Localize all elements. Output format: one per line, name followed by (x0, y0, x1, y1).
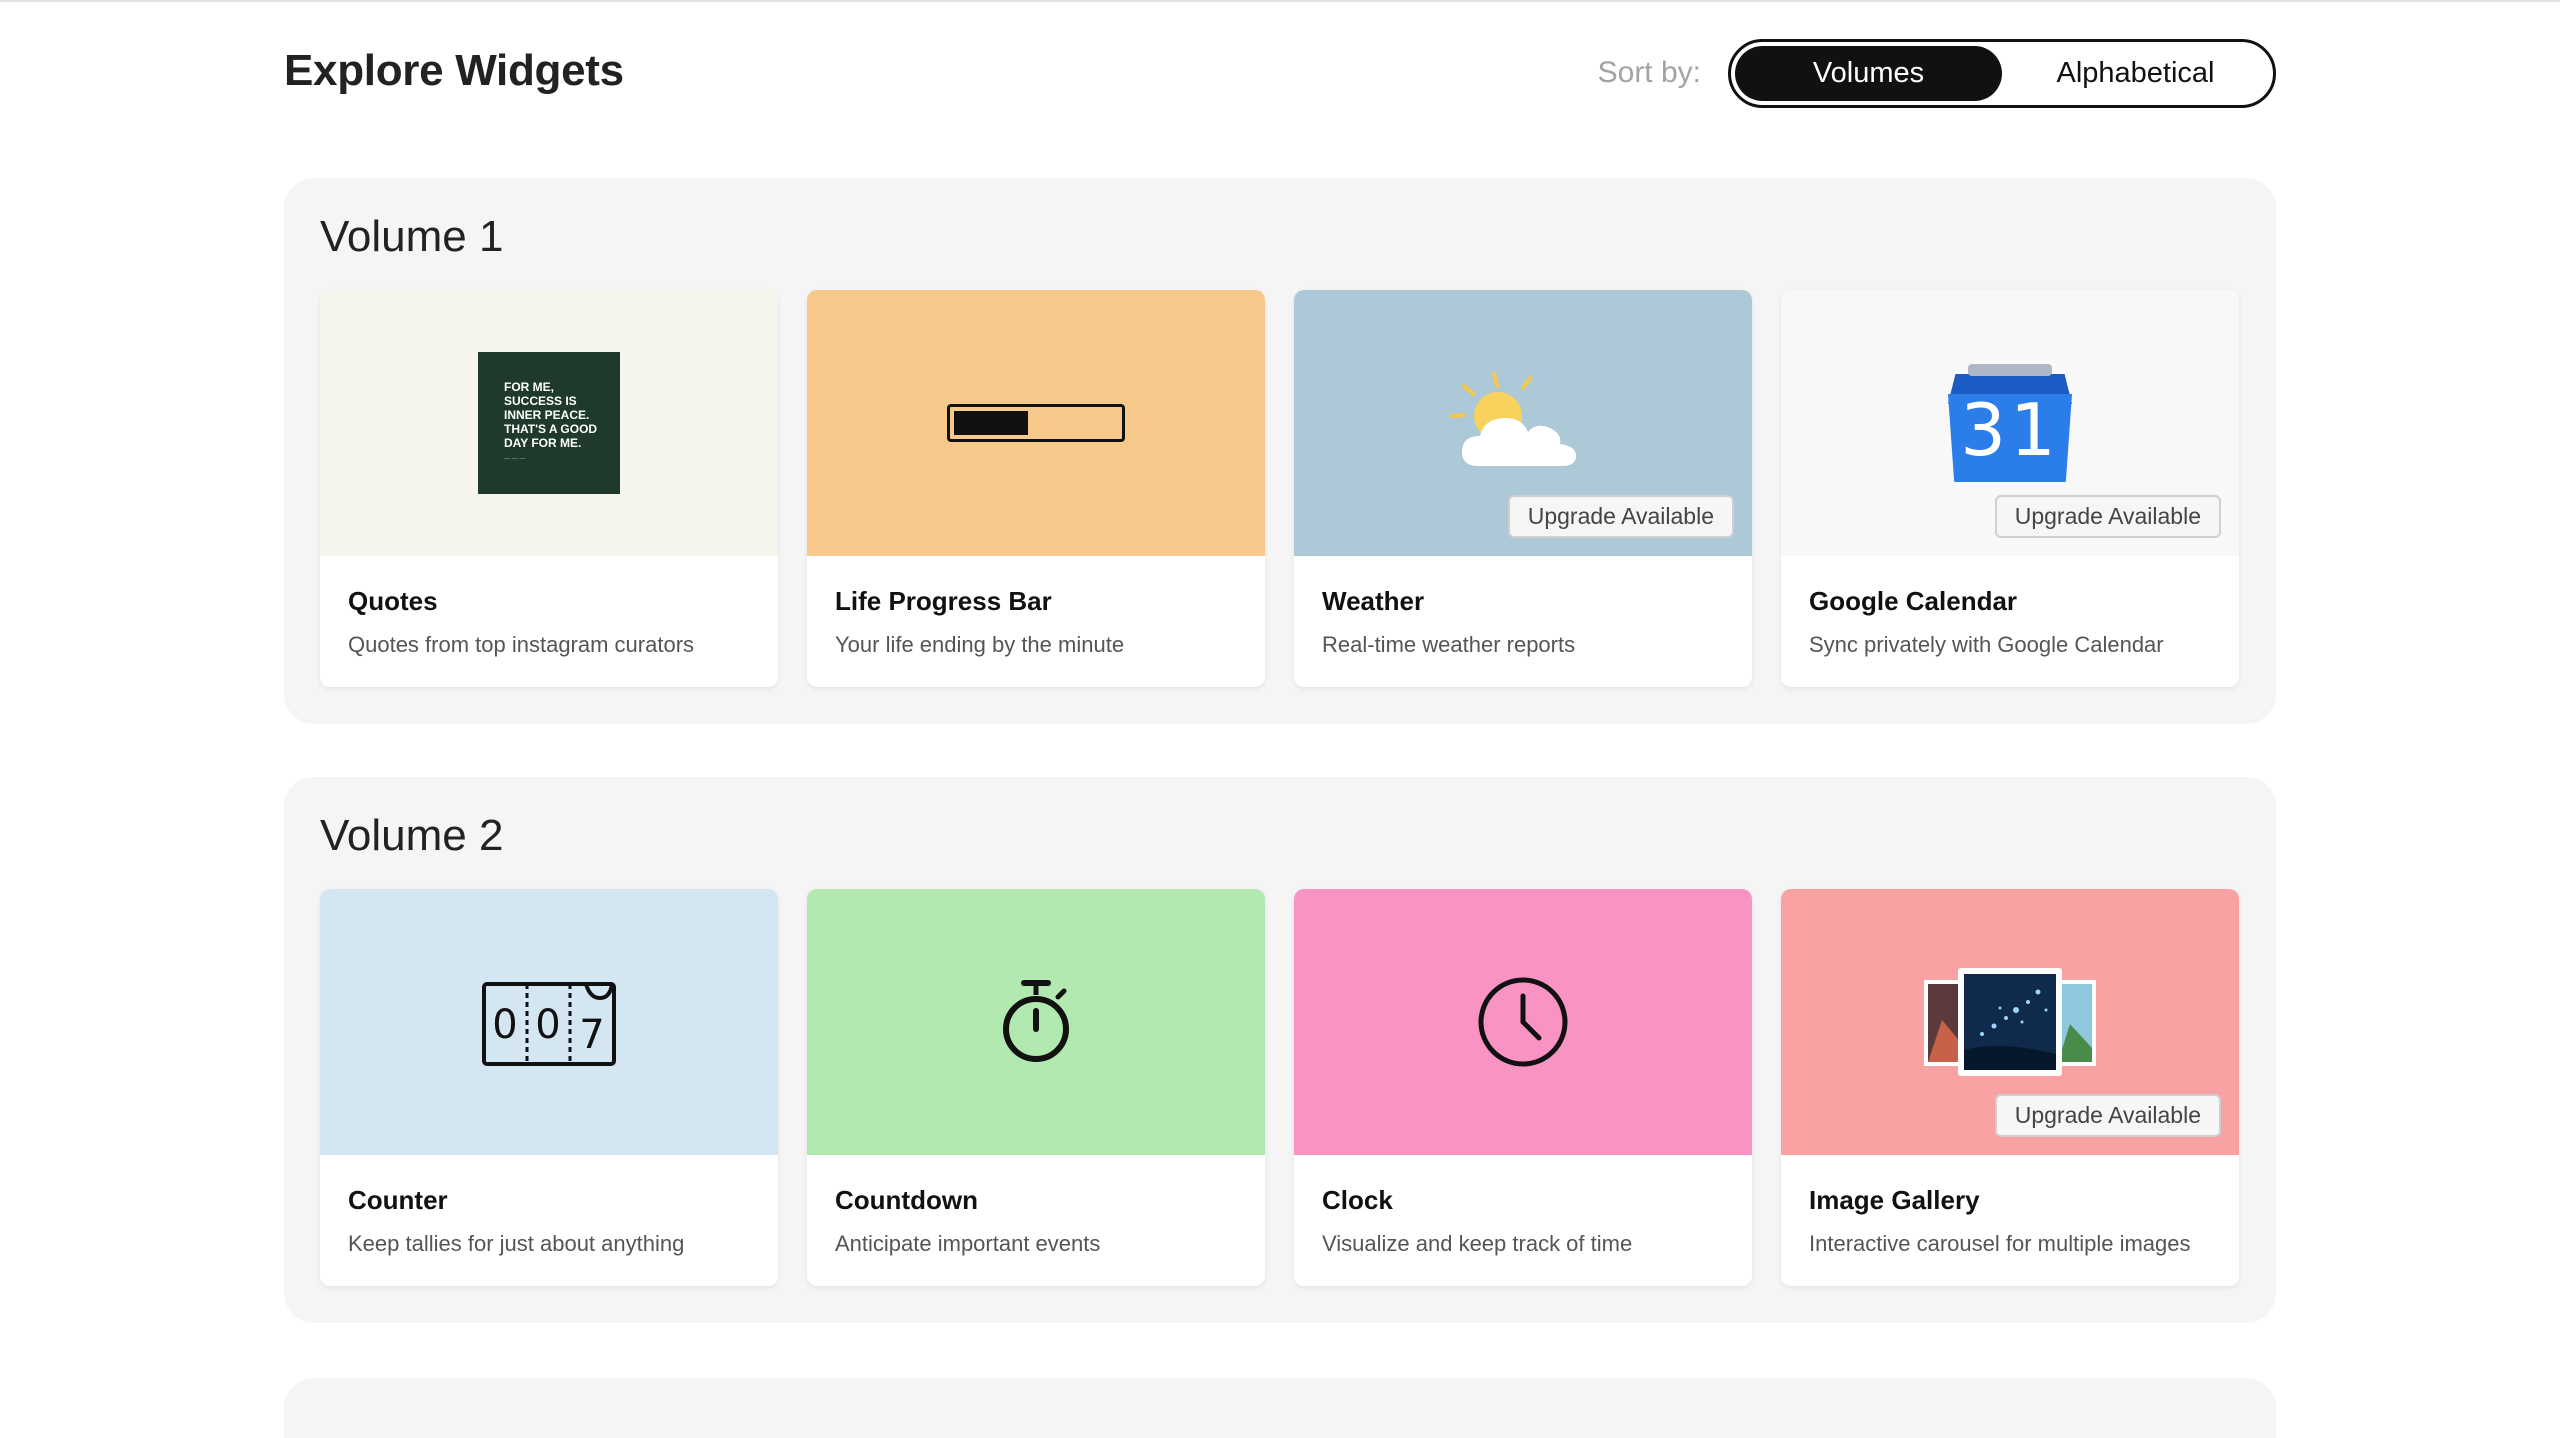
volume-section-1: Volume 1 FOR ME, SUCCESS IS INNER PEACE.… (284, 178, 2276, 724)
upgrade-badge[interactable]: Upgrade Available (1507, 495, 1734, 538)
calendar-icon: 31 (1948, 364, 2072, 482)
counter-digit: 7 (579, 1012, 604, 1058)
card-title: Counter (348, 1185, 448, 1215)
widget-card-list: FOR ME, SUCCESS IS INNER PEACE. THAT'S A… (320, 290, 2239, 687)
sun-cloud-icon (1450, 372, 1576, 466)
card-title: Weather (1322, 586, 1425, 616)
widget-card-counter[interactable]: 0 0 7 Counter Keep tallies for just abou… (320, 889, 778, 1286)
card-title: Quotes (348, 586, 438, 616)
counter-digit: 0 (492, 1002, 517, 1048)
image-gallery-icon (1924, 968, 2096, 1076)
card-preview: 0 0 7 (320, 889, 778, 1155)
widget-card-clock[interactable]: Clock Visualize and keep track of time (1294, 889, 1752, 1286)
card-description: Sync privately with Google Calendar (1809, 632, 2164, 657)
widget-card-weather[interactable]: Upgrade Available Weather Real-time weat… (1294, 290, 1752, 687)
card-preview: Upgrade Available (1294, 290, 1752, 556)
sort-option-alphabetical[interactable]: Alphabetical (2002, 46, 2269, 101)
stopwatch-icon (1003, 980, 1069, 1062)
widget-card-google-calendar[interactable]: 31 Upgrade Available Google Calendar Syn… (1781, 290, 2239, 687)
widget-card-life-progress-bar[interactable]: Life Progress Bar Your life ending by th… (807, 290, 1265, 687)
card-preview: FOR ME, SUCCESS IS INNER PEACE. THAT'S A… (320, 290, 778, 556)
card-preview (807, 290, 1265, 556)
page-header: Explore Widgets Sort by: Volumes Alphabe… (284, 0, 2276, 150)
quote-text: FOR ME, SUCCESS IS INNER PEACE. THAT'S A… (504, 380, 598, 450)
sort-label: Sort by: (1597, 56, 1701, 89)
card-title: Life Progress Bar (835, 586, 1052, 616)
card-description: Your life ending by the minute (835, 632, 1125, 657)
widget-card-list: 0 0 7 Counter Keep tallies for just abou… (320, 889, 2239, 1286)
upgrade-badge[interactable]: Upgrade Available (1994, 1094, 2221, 1137)
card-description: Real-time weather reports (1322, 632, 1576, 657)
card-preview (1294, 889, 1752, 1155)
volume-title: Volume 1 (320, 212, 504, 261)
card-description: Anticipate important events (835, 1231, 1101, 1256)
card-title: Google Calendar (1809, 586, 2018, 616)
calendar-day: 31 (1960, 388, 2060, 472)
widget-card-image-gallery[interactable]: Upgrade Available Image Gallery Interact… (1781, 889, 2239, 1286)
card-title: Image Gallery (1809, 1185, 1980, 1215)
card-description: Visualize and keep track of time (1322, 1231, 1633, 1256)
volume-section-2: Volume 2 0 0 7 Counter Keep tallies for … (284, 777, 2276, 1323)
progress-bar-icon (947, 404, 1125, 442)
volume-section-3-partial (284, 1378, 2276, 1438)
volume-title: Volume 2 (320, 811, 504, 860)
card-description: Keep tallies for just about anything (348, 1231, 685, 1256)
card-preview (807, 889, 1265, 1155)
upgrade-badge[interactable]: Upgrade Available (1994, 495, 2221, 538)
sort-option-volumes[interactable]: Volumes (1735, 46, 2002, 101)
card-description: Quotes from top instagram curators (348, 632, 695, 657)
widget-card-quotes[interactable]: FOR ME, SUCCESS IS INNER PEACE. THAT'S A… (320, 290, 778, 687)
card-title: Clock (1322, 1185, 1393, 1215)
card-description: Interactive carousel for multiple images (1809, 1231, 2191, 1256)
page-title: Explore Widgets (284, 46, 624, 95)
counter-digit: 0 (535, 1002, 560, 1048)
clock-icon (1478, 977, 1568, 1067)
sort-toggle[interactable]: Volumes Alphabetical (1728, 39, 2276, 108)
quote-image-icon: FOR ME, SUCCESS IS INNER PEACE. THAT'S A… (478, 352, 620, 494)
counter-icon: 0 0 7 (482, 982, 616, 1066)
card-preview: 31 Upgrade Available (1781, 290, 2239, 556)
card-title: Countdown (835, 1185, 978, 1215)
progress-fill (954, 411, 1028, 435)
widget-card-countdown[interactable]: Countdown Anticipate important events (807, 889, 1265, 1286)
card-preview: Upgrade Available (1781, 889, 2239, 1155)
widgets-page: Explore Widgets Sort by: Volumes Alphabe… (284, 0, 2276, 1438)
